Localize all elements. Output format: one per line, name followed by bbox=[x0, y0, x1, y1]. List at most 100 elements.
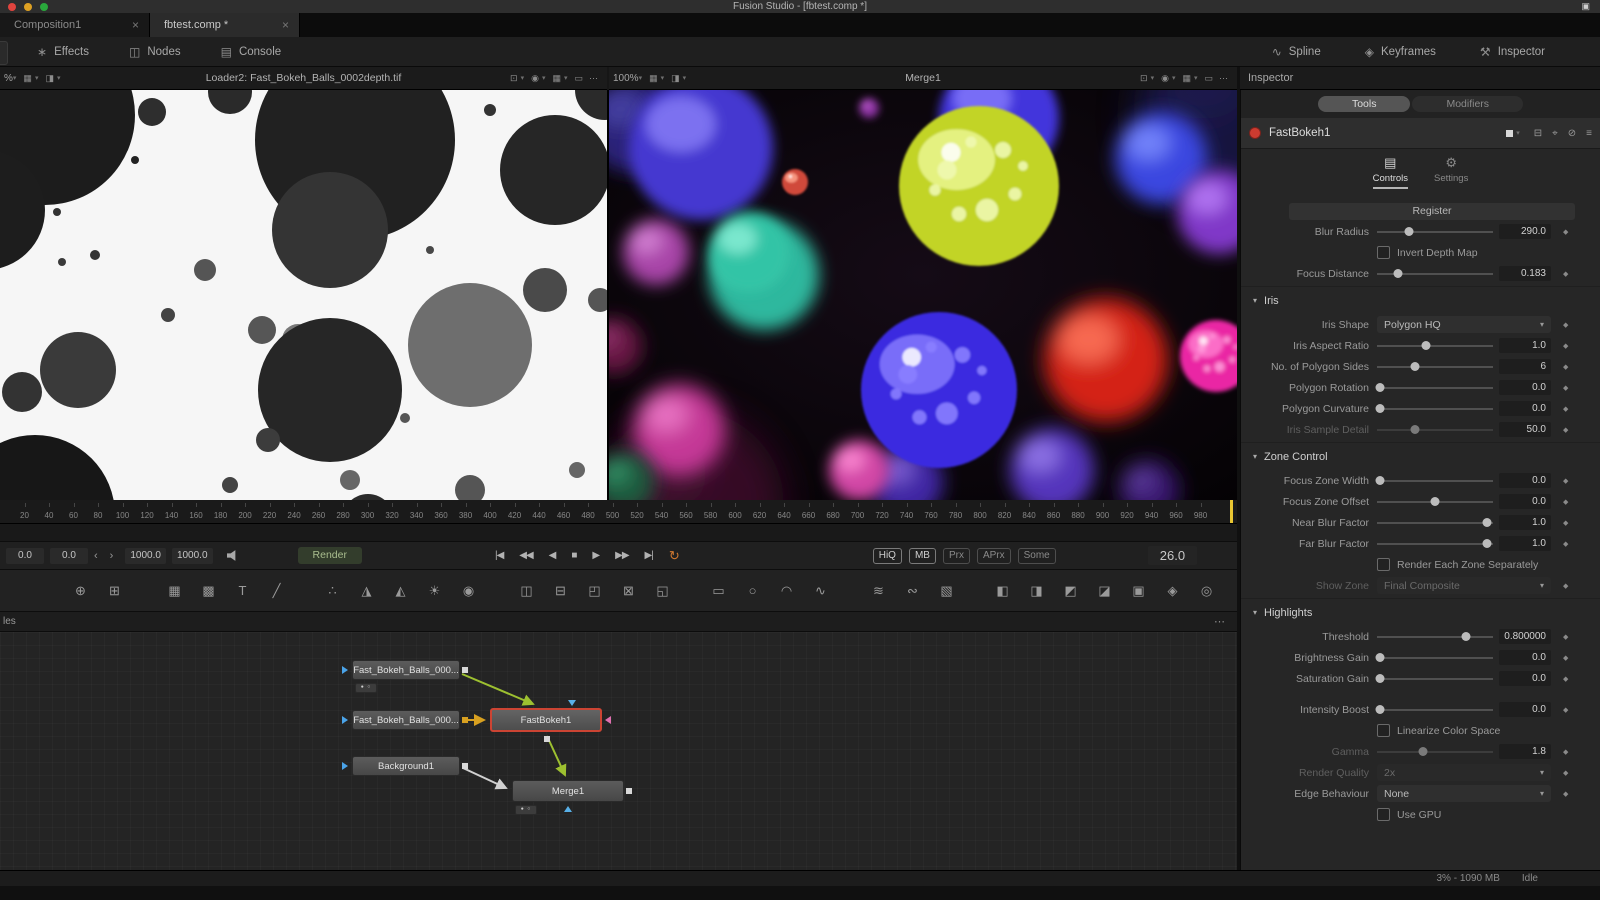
stop-button[interactable]: ■ bbox=[563, 550, 584, 561]
current-time-field[interactable]: 26.0 bbox=[1148, 546, 1197, 565]
left-viewer-zoom[interactable]: % bbox=[4, 73, 13, 84]
crop-icon[interactable]: ◱ bbox=[650, 580, 675, 602]
chevron-down-icon[interactable]: ▾ bbox=[1194, 74, 1198, 82]
chevron-down-icon[interactable]: ▾ bbox=[639, 74, 643, 82]
node-mask-input[interactable] bbox=[564, 806, 572, 812]
some-toggle[interactable]: Some bbox=[1018, 548, 1056, 564]
keyframe-diamond-icon[interactable]: ◆ bbox=[1563, 706, 1568, 714]
far-blur-factor-slider[interactable] bbox=[1377, 543, 1493, 545]
camera-3d-icon[interactable]: ▣ bbox=[1126, 580, 1151, 602]
node-editor-menu-icon[interactable]: ⋯ bbox=[1214, 615, 1225, 628]
focus-distance-value-field[interactable]: 0.183 bbox=[1499, 266, 1551, 281]
node-output-connector[interactable] bbox=[544, 736, 550, 742]
mask-bspline-icon[interactable]: ◮ bbox=[354, 580, 379, 602]
particles-icon[interactable]: ∴ bbox=[320, 580, 345, 602]
node-menu-icon[interactable]: ≡ bbox=[1586, 128, 1592, 139]
slider-handle[interactable] bbox=[1376, 476, 1385, 485]
renderer-3d-icon[interactable]: ◎ bbox=[1194, 580, 1219, 602]
lock-icon[interactable]: ⊘ bbox=[1568, 128, 1576, 139]
node-color-swatch[interactable] bbox=[1506, 130, 1513, 137]
tracker-icon[interactable]: ≋ bbox=[866, 580, 891, 602]
clipped-toolbar-button[interactable] bbox=[0, 41, 8, 65]
keyframe-diamond-icon[interactable]: ◆ bbox=[1563, 769, 1568, 777]
checker-underlay-icon[interactable]: ▦ bbox=[1179, 73, 1194, 84]
rect-mask-icon[interactable]: ▭ bbox=[706, 580, 731, 602]
fast-forward-button[interactable]: ▶▶ bbox=[607, 550, 636, 561]
chevron-down-icon[interactable]: ▾ bbox=[57, 74, 61, 82]
prev-key-button[interactable]: ‹ bbox=[88, 550, 104, 562]
keyframe-diamond-icon[interactable]: ◆ bbox=[1563, 321, 1568, 329]
viewer-options-menu-icon[interactable]: ⋯ bbox=[1216, 73, 1231, 84]
spline-button[interactable]: ∿ Spline bbox=[1263, 42, 1330, 62]
audio-icon[interactable] bbox=[227, 550, 240, 562]
slider-handle[interactable] bbox=[1462, 632, 1471, 641]
ab-buffer-icon[interactable]: ◨ bbox=[42, 73, 57, 84]
slider-handle[interactable] bbox=[1411, 362, 1420, 371]
show-zone-dropdown[interactable]: Final Composite▾ bbox=[1377, 577, 1551, 594]
keyframe-diamond-icon[interactable]: ◆ bbox=[1563, 498, 1568, 506]
ab-buffer-icon[interactable]: ◨ bbox=[668, 73, 683, 84]
register-button[interactable]: Register bbox=[1289, 203, 1575, 220]
media-out-icon[interactable]: ◰ bbox=[582, 580, 607, 602]
focus-zone-offset-value-field[interactable]: 0.0 bbox=[1499, 494, 1551, 509]
keyframe-diamond-icon[interactable]: ◆ bbox=[1563, 540, 1568, 548]
keyframe-diamond-icon[interactable]: ◆ bbox=[1563, 477, 1568, 485]
shape-3d-icon[interactable]: ◨ bbox=[1024, 580, 1049, 602]
inspector-tab-tools[interactable]: Tools bbox=[1318, 96, 1411, 112]
keyframe-diamond-icon[interactable]: ◆ bbox=[1563, 228, 1568, 236]
gamma-value-field[interactable]: 1.8 bbox=[1499, 744, 1551, 759]
timeline-ruler[interactable]: 2040608010012014016018020022024026028030… bbox=[0, 500, 1237, 524]
mb-toggle[interactable]: MB bbox=[909, 548, 936, 564]
slider-handle[interactable] bbox=[1376, 383, 1385, 392]
arc-spline-icon[interactable]: ◠ bbox=[774, 580, 799, 602]
near-blur-factor-value-field[interactable]: 1.0 bbox=[1499, 515, 1551, 530]
saturation-gain-value-field[interactable]: 0.0 bbox=[1499, 671, 1551, 686]
node-thumbnail-badge[interactable]: ● ○ bbox=[515, 805, 537, 815]
subtab-controls[interactable]: ▤Controls bbox=[1373, 155, 1408, 189]
focus-zone-width-value-field[interactable]: 0.0 bbox=[1499, 473, 1551, 488]
slider-handle[interactable] bbox=[1376, 674, 1385, 683]
loop-button[interactable]: ↻ bbox=[661, 548, 688, 564]
color-controls-icon[interactable]: ◉ bbox=[528, 73, 542, 84]
slider-handle[interactable] bbox=[1483, 518, 1492, 527]
keyframe-diamond-icon[interactable]: ◆ bbox=[1563, 363, 1568, 371]
drop-icon[interactable]: ◉ bbox=[456, 580, 481, 602]
node-fastbokeh1[interactable]: FastBokeh1 bbox=[490, 708, 602, 732]
console-button[interactable]: ▤ Console bbox=[212, 42, 291, 62]
play-button[interactable]: ▶ bbox=[584, 550, 607, 561]
threshold-slider[interactable] bbox=[1377, 636, 1493, 638]
slider-handle[interactable] bbox=[1376, 705, 1385, 714]
keyframe-diamond-icon[interactable]: ◆ bbox=[1563, 675, 1568, 683]
invert-depth-map-checkbox[interactable] bbox=[1377, 246, 1390, 259]
node-output-connector[interactable] bbox=[462, 763, 468, 769]
keyframe-diamond-icon[interactable]: ◆ bbox=[1563, 519, 1568, 527]
hiq-toggle[interactable]: HiQ bbox=[873, 548, 902, 564]
keyframe-diamond-icon[interactable]: ◆ bbox=[1563, 405, 1568, 413]
keyframe-diamond-icon[interactable]: ◆ bbox=[1563, 633, 1568, 641]
region-icon[interactable]: ▭ bbox=[571, 73, 586, 84]
focus-zone-offset-slider[interactable] bbox=[1377, 501, 1493, 503]
slider-handle[interactable] bbox=[1411, 425, 1420, 434]
text-3d-icon[interactable]: ◩ bbox=[1058, 580, 1083, 602]
io-pipeline-icon[interactable]: ⊕ bbox=[68, 580, 93, 602]
image-plane-3d-icon[interactable]: ◧ bbox=[990, 580, 1015, 602]
viewer-options-menu-icon[interactable]: ⋯ bbox=[586, 73, 601, 84]
polygon-curvature-slider[interactable] bbox=[1377, 408, 1493, 410]
node-mask-input[interactable] bbox=[605, 716, 611, 724]
keyframe-diamond-icon[interactable]: ◆ bbox=[1563, 582, 1568, 590]
no-of-polygon-sides-slider[interactable] bbox=[1377, 366, 1493, 368]
saturation-gain-slider[interactable] bbox=[1377, 678, 1493, 680]
next-key-button[interactable]: › bbox=[104, 550, 120, 562]
fastnoise-icon[interactable]: ▩ bbox=[196, 580, 221, 602]
polygon-curvature-value-field[interactable]: 0.0 bbox=[1499, 401, 1551, 416]
slider-handle[interactable] bbox=[1419, 747, 1428, 756]
nodes-button[interactable]: ◫ Nodes bbox=[120, 42, 190, 62]
fit-view-icon[interactable]: ⊡ bbox=[507, 73, 521, 84]
node-input-arrow[interactable] bbox=[342, 762, 348, 770]
iris-aspect-ratio-value-field[interactable]: 1.0 bbox=[1499, 338, 1551, 353]
keyframe-diamond-icon[interactable]: ◆ bbox=[1563, 748, 1568, 756]
chevron-down-icon[interactable]: ▾ bbox=[1516, 129, 1520, 137]
gamma-slider[interactable] bbox=[1377, 751, 1493, 753]
merge-tool-icon[interactable]: ◫ bbox=[514, 580, 539, 602]
slider-handle[interactable] bbox=[1431, 497, 1440, 506]
